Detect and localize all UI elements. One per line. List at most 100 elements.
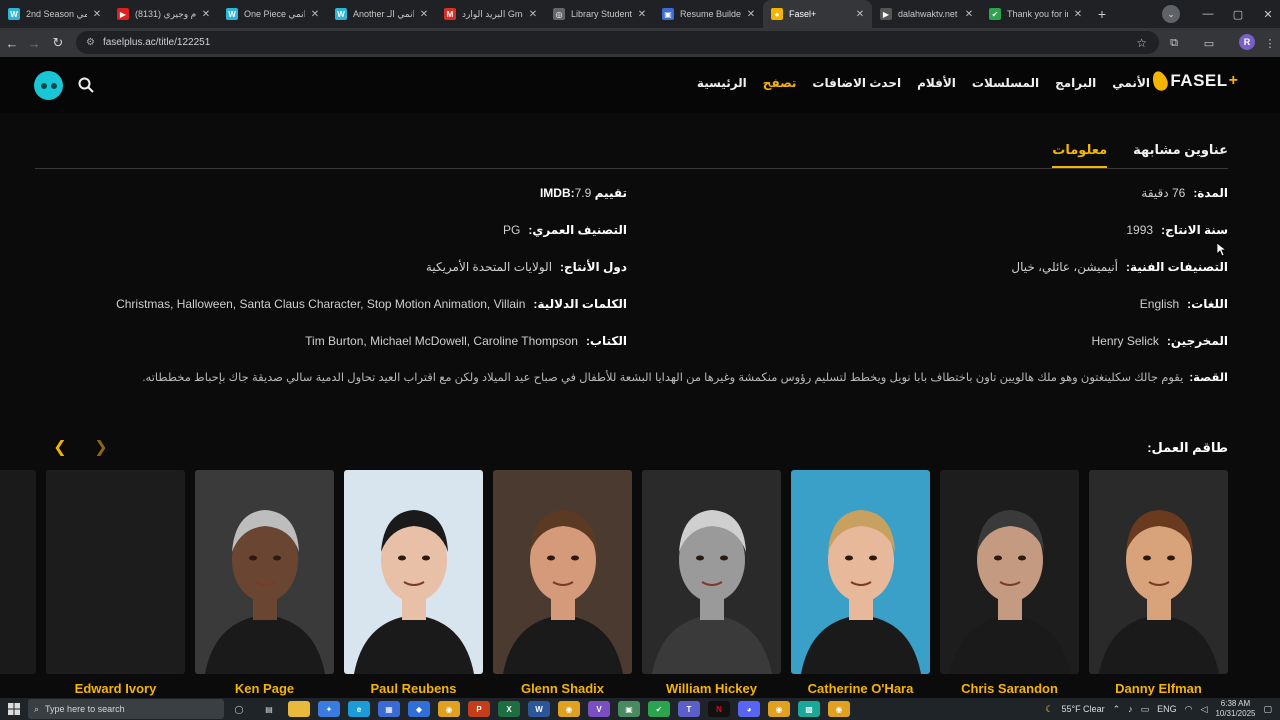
search-icon[interactable] <box>78 77 94 93</box>
browser-tab[interactable]: M البريد الوارد Gmail ✕ <box>436 0 545 28</box>
shield-icon[interactable]: ✔ <box>648 701 670 717</box>
cast-card[interactable]: Catherine O'Hara <box>791 470 930 698</box>
notifications-icon[interactable]: ▢ <box>1263 704 1272 715</box>
cast-name[interactable]: Catherine O'Hara <box>791 681 930 696</box>
word-icon[interactable]: W <box>528 701 550 717</box>
chrome-icon[interactable]: ◉ <box>828 701 850 717</box>
cast-card[interactable]: William Hickey <box>642 470 781 698</box>
browser-tab[interactable]: ▶ dalahwaktv.net ✕ <box>872 0 981 28</box>
nav-link[interactable]: الرئيسية <box>697 76 747 90</box>
windows-start-icon[interactable] <box>0 703 28 715</box>
powerpoint-icon[interactable]: P <box>468 701 490 717</box>
tab-search-icon[interactable]: ⌄ <box>1162 5 1180 23</box>
weather-text[interactable]: 55°F Clear <box>1061 704 1104 714</box>
wifi-icon[interactable]: ◠ <box>1185 704 1193 715</box>
nav-link[interactable]: المسلسلات <box>972 76 1039 90</box>
volume-icon[interactable]: ◁ <box>1201 704 1208 715</box>
excel-icon[interactable]: X <box>498 701 520 717</box>
maximize-icon[interactable]: ▢ <box>1222 0 1254 28</box>
taskbar-search[interactable]: ⌕ Type here to search <box>28 699 224 719</box>
app-icon[interactable]: ◆ <box>408 701 430 717</box>
task-view-icon[interactable]: ◯ <box>228 701 250 717</box>
address-bar[interactable]: ⚙ faselplus.ac/title/122251 ☆ <box>76 31 1159 54</box>
widgets-icon[interactable]: ▤ <box>258 701 280 717</box>
browser-tab[interactable]: ▣ Resume Builder ✕ <box>654 0 763 28</box>
bookmark-star-icon[interactable]: ☆ <box>1136 36 1147 50</box>
new-tab-icon[interactable]: + <box>1090 6 1114 22</box>
browser-tab[interactable]: W 2nd Season انمي ✕ <box>0 0 109 28</box>
teams-icon[interactable]: T <box>678 701 700 717</box>
tab-close-icon[interactable]: ✕ <box>418 9 430 20</box>
site-info-icon[interactable]: ⚙ <box>86 37 95 48</box>
nav-link[interactable]: تصفح <box>763 76 797 90</box>
nav-link[interactable]: احدث الاضافات <box>812 76 901 90</box>
cast-name[interactable]: Glenn Shadix <box>493 681 632 696</box>
tab-similar-titles[interactable]: عناوين مشابهة <box>1133 142 1228 168</box>
minimize-icon[interactable]: — <box>1192 0 1224 28</box>
menu-icon[interactable]: ⋮ <box>1260 33 1280 53</box>
back-icon[interactable]: ← <box>0 31 24 55</box>
nav-link[interactable]: البرامج <box>1055 76 1096 90</box>
tab-close-icon[interactable]: ✕ <box>1072 9 1084 20</box>
forward-icon[interactable]: → <box>22 31 46 55</box>
browser-tab[interactable]: W Another انمي الـ ✕ <box>327 0 436 28</box>
extensions-icon[interactable]: ⧉ <box>1164 33 1184 53</box>
clock[interactable]: 6:38 AM 10/31/2025 <box>1215 699 1255 719</box>
tab-close-icon[interactable]: ✕ <box>854 9 866 20</box>
cast-card[interactable]: Edward Ivory <box>46 470 185 698</box>
tab-title: Library Student A <box>571 9 632 19</box>
app-icon[interactable]: ▩ <box>798 701 820 717</box>
cast-name[interactable]: William Hickey <box>642 681 781 696</box>
chrome-icon[interactable]: ◉ <box>558 701 580 717</box>
chrome-icon[interactable]: ◉ <box>768 701 790 717</box>
nav-link[interactable]: الأنمي <box>1112 76 1150 90</box>
tab-close-icon[interactable]: ✕ <box>91 9 103 20</box>
nav-link[interactable]: الأفلام <box>917 76 956 90</box>
cast-name[interactable]: de <box>0 681 36 696</box>
edge-icon[interactable]: e <box>348 701 370 717</box>
site-logo[interactable]: FASEL + <box>1150 69 1238 93</box>
browser-tab[interactable]: ✔ Thank you for ins ✕ <box>981 0 1090 28</box>
browser-tab[interactable]: ● Fasel+ ✕ <box>763 0 872 28</box>
close-window-icon[interactable]: ✕ <box>1252 0 1280 28</box>
netflix-icon[interactable]: N <box>708 701 730 717</box>
browser-tab[interactable]: ◎ Library Student A ✕ <box>545 0 654 28</box>
profile-avatar[interactable]: R <box>1239 34 1255 50</box>
cast-card[interactable]: Paul Reubens <box>344 470 483 698</box>
tab-close-icon[interactable]: ✕ <box>963 9 975 20</box>
file-explorer-icon[interactable] <box>288 701 310 717</box>
tray-chevron-icon[interactable]: ⌃ <box>1113 704 1121 715</box>
mic-icon[interactable]: ♪ <box>1128 704 1133 714</box>
cast-name[interactable]: Danny Elfman <box>1089 681 1228 696</box>
cast-card[interactable]: Ken Page <box>195 470 334 698</box>
split-view-icon[interactable]: ▭ <box>1199 33 1219 53</box>
chrome-icon[interactable]: ◉ <box>438 701 460 717</box>
visual-studio-icon[interactable]: V <box>588 701 610 717</box>
cast-name[interactable]: Chris Sarandon <box>940 681 1079 696</box>
battery-icon[interactable]: ▭ <box>1141 704 1150 715</box>
cast-next-arrow-icon[interactable]: ❯ <box>93 437 109 457</box>
cast-card[interactable]: Chris Sarandon <box>940 470 1079 698</box>
discord-icon[interactable]: ◕ <box>738 701 760 717</box>
app-icon[interactable]: ▣ <box>618 701 640 717</box>
tab-close-icon[interactable]: ✕ <box>745 9 757 20</box>
cast-name[interactable]: Ken Page <box>195 681 334 696</box>
cast-name[interactable]: Edward Ivory <box>46 681 185 696</box>
tab-close-icon[interactable]: ✕ <box>200 9 212 20</box>
tab-close-icon[interactable]: ✕ <box>636 9 648 20</box>
user-avatar[interactable] <box>34 71 63 100</box>
cast-card[interactable]: Glenn Shadix <box>493 470 632 698</box>
cast-name[interactable]: Paul Reubens <box>344 681 483 696</box>
browser-tab[interactable]: ▶ (8131) توم وجيري ✕ <box>109 0 218 28</box>
copilot-icon[interactable]: ✦ <box>318 701 340 717</box>
cast-prev-arrow-icon[interactable]: ❮ <box>52 437 68 457</box>
tab-info[interactable]: معلومات <box>1052 142 1108 168</box>
reload-icon[interactable]: ↻ <box>46 31 70 55</box>
cast-card[interactable]: de <box>0 470 36 698</box>
lang-indicator[interactable]: ENG <box>1157 704 1177 714</box>
tab-close-icon[interactable]: ✕ <box>527 9 539 20</box>
store-icon[interactable]: ▦ <box>378 701 400 717</box>
cast-card[interactable]: Danny Elfman <box>1089 470 1228 698</box>
browser-tab[interactable]: W One Piece انمي ✕ <box>218 0 327 28</box>
tab-close-icon[interactable]: ✕ <box>309 9 321 20</box>
